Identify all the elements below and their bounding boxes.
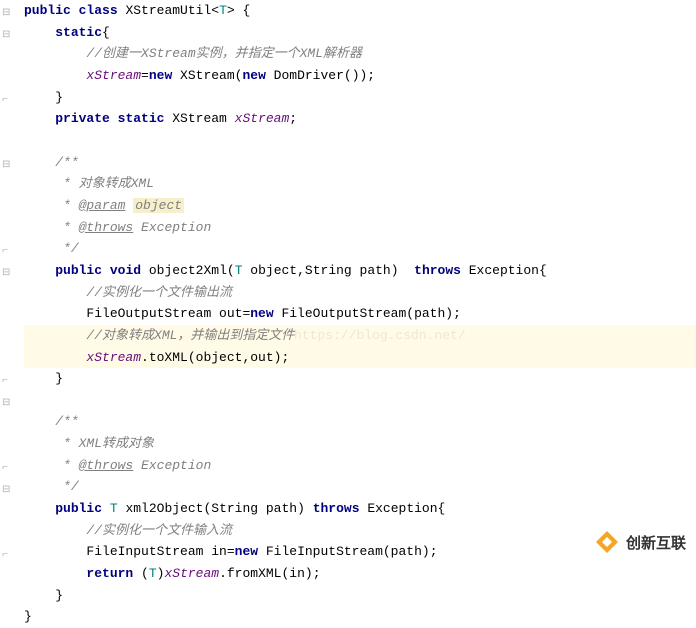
code-line: */ (24, 238, 696, 260)
fold-mark[interactable]: ⊟ (2, 155, 10, 177)
code-line: * XML转成对象 (24, 433, 696, 455)
code-line: //创建一XStream实例，并指定一个XML解析器 (24, 43, 696, 65)
code-line: * @param object (24, 195, 696, 217)
blank-line (24, 390, 696, 412)
logo-text: 创新互联 (626, 532, 686, 553)
logo-icon (592, 527, 622, 557)
fold-mark[interactable]: ⊟ (2, 393, 10, 415)
code-line: /** (24, 411, 696, 433)
code-line: public T xml2Object(String path) throws … (24, 498, 696, 520)
fold-mark[interactable]: ⊟ (2, 263, 10, 285)
code-line: xStream=new XStream(new DomDriver()); (24, 65, 696, 87)
fold-end: ⌐ (2, 241, 8, 263)
code-line: public class XStreamUtil<T> { (24, 0, 696, 22)
fold-mark[interactable]: ⊟ (2, 25, 10, 47)
fold-end: ⌐ (2, 90, 8, 112)
code-line: private static XStream xStream; (24, 108, 696, 130)
code-line: } (24, 87, 696, 109)
code-line: FileOutputStream out=new FileOutputStrea… (24, 303, 696, 325)
code-line: static{ (24, 22, 696, 44)
watermark-logo: 创新互联 (592, 527, 686, 557)
fold-mark[interactable]: ⊟ (2, 3, 10, 25)
code-line: return (T)xStream.fromXML(in); (24, 563, 696, 585)
fold-end: ⌐ (2, 371, 8, 393)
code-line: */ (24, 476, 696, 498)
fold-end: ⌐ (2, 458, 8, 480)
code-line: xStream.toXML(object,out); (24, 347, 696, 369)
fold-end: ⌐ (2, 545, 8, 567)
code-line: } (24, 606, 696, 628)
code-line: } (24, 368, 696, 390)
watermark: https://blog.csdn.net/ (294, 325, 466, 347)
code-line: //实例化一个文件输出流 (24, 282, 696, 304)
fold-mark[interactable]: ⊟ (2, 480, 10, 502)
code-line: } (24, 585, 696, 607)
blank-line (24, 130, 696, 152)
code-line: /** (24, 152, 696, 174)
code-line: * @throws Exception (24, 217, 696, 239)
code-line: public void object2Xml(T object,String p… (24, 260, 696, 282)
code-line: * @throws Exception (24, 455, 696, 477)
code-line: //对象转成XML，并输出到指定文件https://blog.csdn.net/ (24, 325, 696, 347)
code-line: * 对象转成XML (24, 173, 696, 195)
